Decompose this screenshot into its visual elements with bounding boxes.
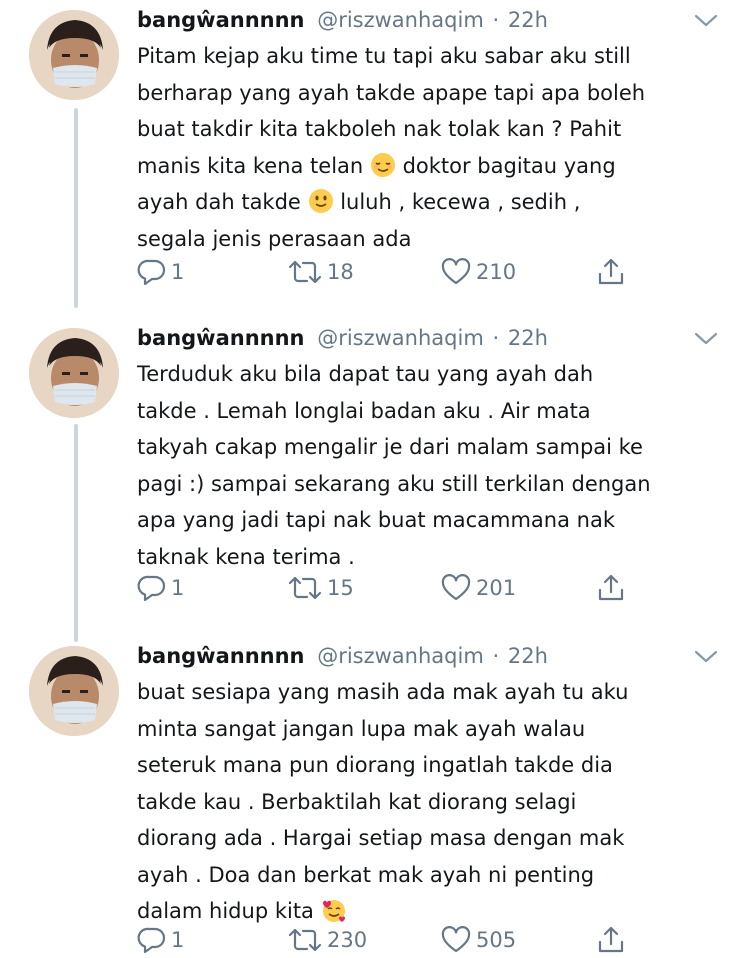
tweet-header: bangŵannnnn @riszwanhaqim · 22h [137, 320, 723, 356]
share-icon [598, 926, 624, 953]
tweet-text-line: ayah dah takde [137, 190, 308, 214]
username[interactable]: @riszwanhaqim [317, 326, 484, 350]
avatar[interactable] [29, 10, 119, 100]
tweet-header: bangŵannnnn @riszwanhaqim · 22h [137, 2, 723, 38]
tweet[interactable]: bangŵannnnn @riszwanhaqim · 22h buat ses… [0, 638, 743, 957]
chevron-down-icon[interactable] [693, 12, 719, 30]
retweet-icon [288, 928, 322, 952]
tweet-actions: 1 15 201 [137, 570, 657, 606]
like-button[interactable]: 210 [440, 254, 516, 290]
tweet-text-line: segala jenis perasaan ada [137, 226, 412, 251]
display-name[interactable]: bangŵannnnn [137, 644, 305, 668]
retweet-icon [288, 260, 322, 284]
display-name[interactable]: bangŵannnnn [137, 8, 305, 32]
display-name[interactable]: bangŵannnnn [137, 326, 305, 350]
tweet-actions: 1 18 210 [137, 254, 657, 290]
share-button[interactable] [596, 570, 626, 606]
tweet-text-line: doktor bagitau yang [395, 153, 616, 178]
retweet-count: 230 [327, 928, 368, 952]
tweet-text: buat sesiapa yang masih ada mak ayah tu … [137, 674, 727, 930]
reply-button[interactable]: 1 [137, 254, 184, 290]
avatar[interactable] [29, 328, 119, 418]
chevron-down-icon[interactable] [693, 648, 719, 666]
reply-count: 1 [171, 260, 185, 284]
reply-icon [137, 259, 166, 286]
tweet[interactable]: bangŵannnnn @riszwanhaqim · 22h Pitam ke… [0, 2, 743, 302]
retweet-count: 18 [327, 260, 354, 284]
tweet-header: bangŵannnnn @riszwanhaqim · 22h [137, 638, 723, 674]
tweet-text: Terduduk aku bila dapat tau yang ayah da… [137, 362, 651, 569]
tweet[interactable]: bangŵannnnn @riszwanhaqim · 22h Terduduk… [0, 320, 743, 620]
retweet-button[interactable]: 15 [287, 570, 354, 606]
reply-icon [137, 927, 166, 954]
tweet-text-line: luluh , kecewa , sedih , [333, 190, 581, 214]
heart-icon [441, 258, 471, 285]
heart-icon [441, 926, 471, 953]
retweet-button[interactable]: 230 [287, 922, 367, 958]
retweet-icon [288, 576, 322, 600]
relieved-face-emoji [370, 152, 395, 177]
heart-icon [441, 574, 471, 601]
timestamp[interactable]: 22h [508, 326, 548, 350]
separator: · [492, 644, 500, 668]
retweet-count: 15 [327, 576, 354, 600]
reply-count: 1 [171, 928, 185, 952]
tweet-text-line: manis kita kena telan [137, 153, 370, 178]
like-button[interactable]: 505 [440, 922, 516, 958]
reply-icon [137, 575, 166, 602]
slightly-smiling-face-emoji [308, 189, 333, 213]
like-button[interactable]: 201 [440, 570, 516, 606]
tweet-text-line: Pitam kejap aku time tu tapi aku sabar a… [137, 44, 631, 68]
like-count: 505 [476, 928, 517, 952]
timestamp[interactable]: 22h [508, 644, 548, 668]
tweet-text-content: buat sesiapa yang masih ada mak ayah tu … [137, 680, 629, 923]
share-icon [598, 574, 624, 601]
timestamp[interactable]: 22h [508, 8, 548, 32]
reply-button[interactable]: 1 [137, 922, 184, 958]
smiling-face-with-hearts-emoji [322, 900, 345, 922]
tweet-actions: 1 230 505 [137, 922, 657, 958]
reply-button[interactable]: 1 [137, 570, 184, 606]
tweet-text-line: buat takdir kita takboleh nak tolak kan … [137, 117, 622, 141]
tweet-text-line: berharap yang ayah takde apape tapi apa … [137, 80, 646, 105]
like-count: 201 [476, 576, 517, 600]
avatar[interactable] [29, 646, 119, 736]
retweet-button[interactable]: 18 [287, 254, 354, 290]
share-button[interactable] [596, 922, 626, 958]
separator: · [492, 8, 500, 32]
reply-count: 1 [171, 576, 185, 600]
tweet-text: Pitam kejap aku time tu tapi aku sabar a… [137, 38, 727, 257]
username[interactable]: @riszwanhaqim [317, 644, 484, 668]
share-icon [598, 258, 624, 285]
avatar-image [29, 646, 119, 736]
avatar-image [29, 328, 119, 418]
avatar-image [29, 10, 119, 100]
like-count: 210 [476, 260, 517, 284]
separator: · [492, 326, 500, 350]
share-button[interactable] [596, 254, 626, 290]
username[interactable]: @riszwanhaqim [317, 8, 484, 32]
chevron-down-icon[interactable] [693, 330, 719, 348]
